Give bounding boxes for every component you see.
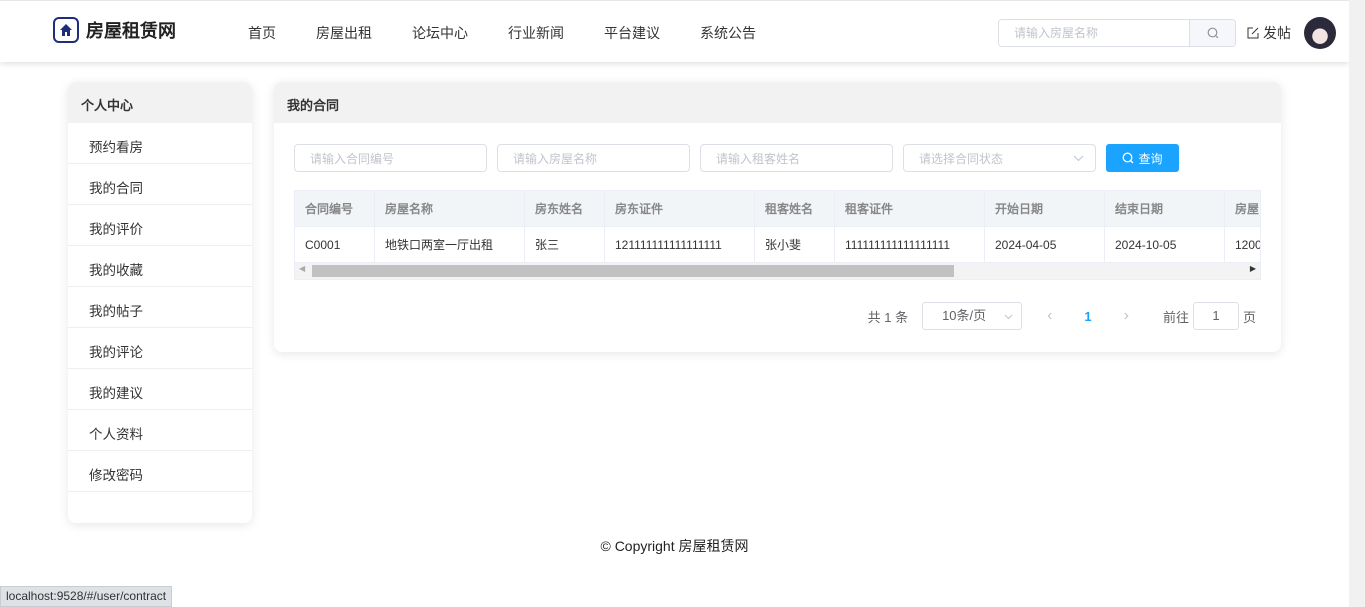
- sidebar-item-comments[interactable]: 我的评论: [68, 328, 252, 369]
- filter-bar: 请输入合同编号 请输入房屋名称 请输入租客姓名 请选择合同状态 查询: [294, 144, 1179, 172]
- top-header: 房屋租赁网 首页 房屋出租 论坛中心 行业新闻 平台建议 系统公告 发帖: [0, 0, 1349, 62]
- search-button[interactable]: [1189, 20, 1235, 46]
- total-count: 共 1 条: [867, 309, 909, 325]
- user-avatar[interactable]: [1304, 17, 1336, 49]
- page-scrollbar[interactable]: [1349, 0, 1365, 607]
- nav-news[interactable]: 行业新闻: [508, 23, 604, 43]
- table-row[interactable]: C0001 地铁口两室一厅出租 张三 121111111111111111 张小…: [295, 227, 1260, 263]
- horizontal-scrollbar[interactable]: ◀ ▶: [295, 263, 1260, 279]
- house-name-input[interactable]: 请输入房屋名称: [497, 144, 690, 172]
- col-house-rent: 房屋: [1225, 191, 1260, 227]
- main-nav: 首页 房屋出租 论坛中心 行业新闻 平台建议 系统公告: [248, 23, 756, 43]
- cell-start-date: 2024-04-05: [985, 227, 1105, 263]
- cell-house-rent: 1200: [1225, 227, 1260, 263]
- contract-no-input[interactable]: 请输入合同编号: [294, 144, 487, 172]
- page-suffix: 页: [1242, 309, 1256, 325]
- goto-page-input[interactable]: 1: [1192, 302, 1239, 330]
- status-select[interactable]: 请选择合同状态: [903, 144, 1096, 172]
- pagination: 共 1 条 10条/页 ‹ 1 › 前往 1 页: [868, 302, 1256, 330]
- house-search-input[interactable]: [999, 20, 1189, 46]
- contract-table: 合同编号 房屋名称 房东姓名 房东证件 租客姓名 租客证件 开始日期 结束日期 …: [294, 190, 1261, 280]
- panel-title: 我的合同: [274, 82, 1281, 123]
- next-page-button[interactable]: ›: [1124, 307, 1129, 325]
- tenant-name-input[interactable]: 请输入租客姓名: [700, 144, 893, 172]
- col-house-name: 房屋名称: [375, 191, 525, 227]
- query-label: 查询: [1138, 151, 1163, 166]
- sidebar-item-favorites[interactable]: 我的收藏: [68, 246, 252, 287]
- nav-notices[interactable]: 系统公告: [700, 23, 756, 43]
- col-start-date: 开始日期: [985, 191, 1105, 227]
- col-landlord-name: 房东姓名: [525, 191, 605, 227]
- query-button[interactable]: 查询: [1106, 144, 1179, 172]
- cell-house-name: 地铁口两室一厅出租: [375, 227, 525, 263]
- sidebar-item-appointments[interactable]: 预约看房: [68, 123, 252, 164]
- scroll-right-arrow[interactable]: ▶: [1250, 264, 1256, 273]
- scroll-left-arrow[interactable]: ◀: [299, 264, 305, 273]
- prev-page-button[interactable]: ‹: [1047, 307, 1052, 325]
- cell-end-date: 2024-10-05: [1105, 227, 1225, 263]
- house-search: [998, 19, 1236, 47]
- col-tenant-id: 租客证件: [835, 191, 985, 227]
- goto-label: 前往: [1162, 309, 1189, 325]
- search-icon: [1123, 152, 1134, 164]
- sidebar-item-suggestions[interactable]: 我的建议: [68, 369, 252, 410]
- sidebar-item-reviews[interactable]: 我的评价: [68, 205, 252, 246]
- cell-tenant-id: 111111111111111111: [835, 227, 985, 263]
- cell-landlord-id: 121111111111111111: [605, 227, 755, 263]
- nav-forum[interactable]: 论坛中心: [412, 23, 508, 43]
- post-button[interactable]: 发帖: [1247, 23, 1291, 43]
- brand-logo[interactable]: 房屋租赁网: [53, 17, 176, 43]
- sidebar-item-contracts[interactable]: 我的合同: [68, 164, 252, 205]
- home-icon: [53, 17, 79, 43]
- page-1[interactable]: 1: [1084, 309, 1091, 324]
- cell-tenant-name: 张小斐: [755, 227, 835, 263]
- chevron-down-icon: [1073, 155, 1084, 162]
- sidebar-item-posts[interactable]: 我的帖子: [68, 287, 252, 328]
- status-placeholder: 请选择合同状态: [919, 151, 1004, 166]
- post-label: 发帖: [1263, 25, 1291, 41]
- nav-suggestions[interactable]: 平台建议: [604, 23, 700, 43]
- sidebar: 个人中心 预约看房 我的合同 我的评价 我的收藏 我的帖子 我的评论 我的建议 …: [68, 82, 252, 523]
- cell-contract-no: C0001: [295, 227, 375, 263]
- contract-panel: 我的合同 请输入合同编号 请输入房屋名称 请输入租客姓名 请选择合同状态 查询 …: [274, 82, 1281, 352]
- nav-rent[interactable]: 房屋出租: [316, 23, 412, 43]
- sidebar-item-password[interactable]: 修改密码: [68, 451, 252, 492]
- sidebar-title: 个人中心: [68, 82, 252, 123]
- chevron-down-icon: [1004, 314, 1013, 320]
- col-landlord-id: 房东证件: [605, 191, 755, 227]
- search-icon: [1207, 27, 1218, 39]
- edit-icon: [1247, 27, 1259, 39]
- col-end-date: 结束日期: [1105, 191, 1225, 227]
- col-contract-no: 合同编号: [295, 191, 375, 227]
- scrollbar-thumb[interactable]: [312, 265, 954, 277]
- col-tenant-name: 租客姓名: [755, 191, 835, 227]
- status-bar-url: localhost:9528/#/user/contract: [0, 586, 173, 607]
- page-size-select[interactable]: 10条/页: [922, 302, 1023, 330]
- sidebar-item-profile[interactable]: 个人资料: [68, 410, 252, 451]
- table-header-row: 合同编号 房屋名称 房东姓名 房东证件 租客姓名 租客证件 开始日期 结束日期 …: [295, 191, 1260, 227]
- page-size-value: 10条/页: [942, 308, 987, 323]
- footer-copyright: © Copyright 房屋租赁网: [600, 538, 749, 554]
- nav-home[interactable]: 首页: [248, 23, 316, 43]
- cell-landlord-name: 张三: [525, 227, 605, 263]
- brand-name: 房屋租赁网: [86, 21, 176, 41]
